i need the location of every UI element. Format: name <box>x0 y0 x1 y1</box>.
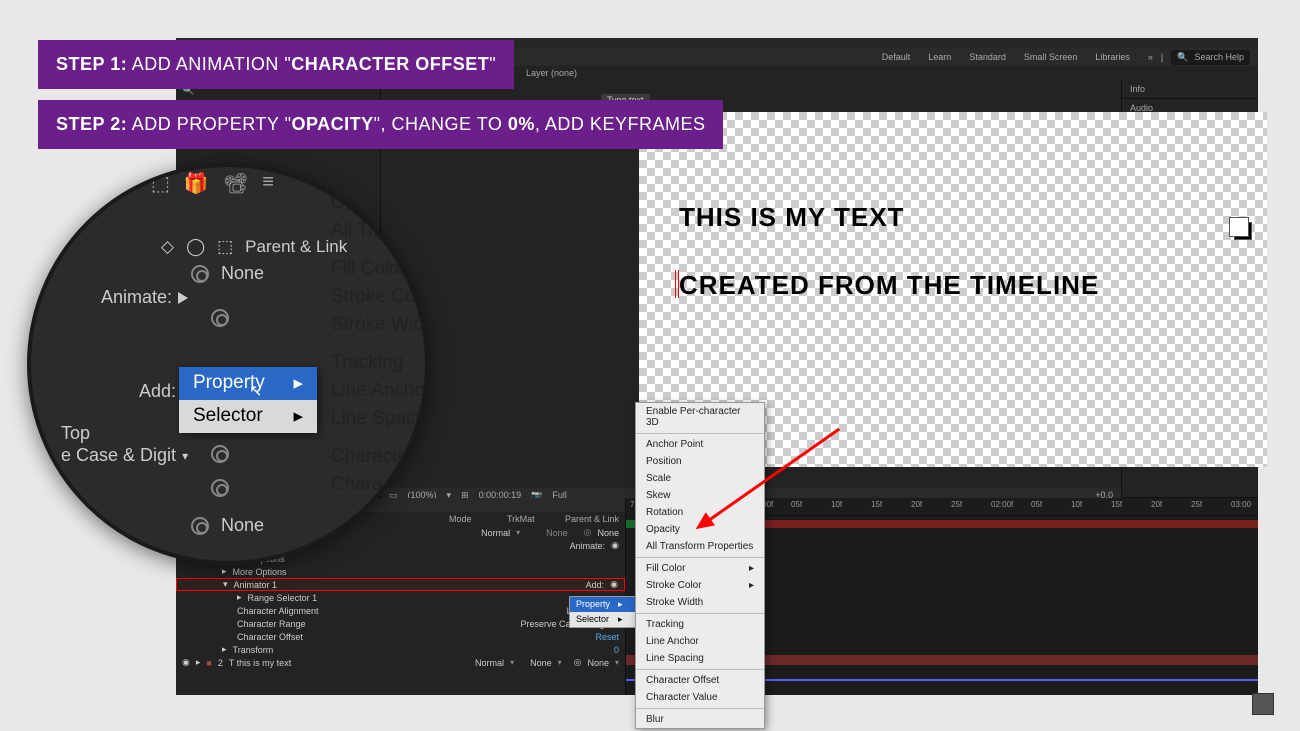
prop-char-offset[interactable]: Character Offset <box>237 632 303 642</box>
prop-range-selector[interactable]: Range Selector 1 <box>248 593 318 603</box>
step2-callout: STEP 2: ADD PROPERTY "OPACITY", CHANGE T… <box>38 100 723 149</box>
canvas-text-line2: CREATED FROM THE TIMELINE <box>679 270 1300 301</box>
pickwhip-icon[interactable] <box>211 479 229 497</box>
add-menu-property[interactable]: Property▸ <box>570 597 637 612</box>
animate-label: Animate: <box>570 541 606 551</box>
animate-play-icon[interactable] <box>178 292 188 304</box>
prop-char-align[interactable]: Character Alignment <box>237 606 319 616</box>
animate-label: Animate: <box>101 287 172 308</box>
menu-rotation[interactable]: Rotation <box>636 504 764 521</box>
canvas-text-line1: THIS IS MY TEXT <box>679 202 904 233</box>
workspace-overflow-icon[interactable]: » <box>1148 52 1153 62</box>
col-mode: Mode <box>449 514 499 524</box>
menu-skew[interactable]: Skew <box>636 487 764 504</box>
case-digit-partial: e Case & Digit <box>61 445 176 466</box>
pickwhip-icon[interactable] <box>191 265 209 283</box>
menu-anchor-point[interactable]: Anchor Point <box>636 436 764 453</box>
parent-none[interactable]: None <box>221 515 264 536</box>
workspace-standard[interactable]: Standard <box>969 52 1006 62</box>
menu-stroke-width[interactable]: Stroke Width <box>321 311 429 339</box>
divider: | <box>1161 52 1163 62</box>
menu-position[interactable]: Position <box>636 453 764 470</box>
add-selector[interactable]: Selector▸ <box>179 400 317 433</box>
col-trkmat: TrkMat <box>507 514 557 524</box>
cube-outline-icon: ◇ <box>161 237 174 257</box>
col-parent: Parent & Link <box>565 514 619 524</box>
cube-icon: ⬚ <box>151 171 170 196</box>
list-icon: ≡ <box>262 171 274 196</box>
pickwhip-icon[interactable] <box>211 445 229 463</box>
cursor-icon: ↖ <box>249 381 262 401</box>
menu-all-transform[interactable]: All Transform Properties <box>636 538 764 555</box>
property-submenu: Enable Per-character 3D Anchor Point Pos… <box>635 402 765 729</box>
presenter-avatar <box>1252 693 1274 715</box>
prop-animator1[interactable]: Animator 1 <box>234 580 278 590</box>
menu-opacity[interactable]: Opacity <box>636 521 764 538</box>
menu-char-value-partial[interactable]: Chara <box>321 471 429 499</box>
menu-tracking[interactable]: Tracking <box>636 616 764 633</box>
menu-blur[interactable]: Blur <box>636 711 764 728</box>
workspace-libraries[interactable]: Libraries <box>1095 52 1130 62</box>
layer-none-label: Layer (none) <box>526 68 577 78</box>
animate-add-icon[interactable]: ◉ <box>611 540 619 551</box>
menu-char-offset-partial[interactable]: Characte <box>321 443 429 471</box>
prop-char-range[interactable]: Character Range <box>237 619 306 629</box>
add-menu-zoomed: Property▸ Selector▸ <box>179 367 317 433</box>
add-label: Add: <box>586 580 605 590</box>
menu-enable-3d[interactable]: Enable Per-character 3D <box>636 403 764 431</box>
menu-scale[interactable]: Scale <box>636 470 764 487</box>
panel-info[interactable]: Info <box>1122 80 1258 99</box>
menu-fill-color[interactable]: Fill Color <box>321 255 429 283</box>
sphere-icon: ◯ <box>186 237 205 257</box>
prop-more-options[interactable]: More Options <box>233 567 287 577</box>
menu-stroke-color[interactable]: Stroke Color <box>321 283 429 311</box>
left-or-top-partial: Top <box>61 423 90 444</box>
search-icon: 🔍 <box>1177 52 1188 63</box>
search-placeholder: Search Help <box>1194 52 1244 62</box>
add-flyout-menu: Property▸ Selector▸ <box>569 596 638 628</box>
add-property[interactable]: Property▸ <box>179 367 317 400</box>
cube-icon: ⬚ <box>217 237 233 257</box>
menu-character-value[interactable]: Character Value <box>636 689 764 706</box>
timeline-layer-row[interactable]: ◉▸■2T this is my text Normal▾ None▾ ◎Non… <box>176 656 625 669</box>
add-btn-icon[interactable]: ◉ <box>610 579 618 590</box>
parent-none[interactable]: None <box>221 263 264 284</box>
menu-stroke-color[interactable]: Stroke Color▸ <box>636 577 764 594</box>
menu-opacity-partial[interactable]: Opa <box>321 189 429 217</box>
menu-character-offset[interactable]: Character Offset <box>636 672 764 689</box>
menu-all-transform-partial[interactable]: All Trans… <box>321 217 429 245</box>
prop-transform[interactable]: Transform <box>233 645 274 655</box>
menu-stroke-width[interactable]: Stroke Width <box>636 594 764 611</box>
menu-fill-color[interactable]: Fill Color▸ <box>636 560 764 577</box>
pickwhip-icon[interactable] <box>211 309 229 327</box>
menu-line-anchor[interactable]: Line Anchor <box>321 377 429 405</box>
search-field[interactable]: 🔍 Search Help <box>1171 50 1250 65</box>
workspace-small-screen[interactable]: Small Screen <box>1024 52 1078 62</box>
menu-line-spacing[interactable]: Line Spacing <box>321 405 429 433</box>
fill-stroke-swatch[interactable] <box>1234 222 1252 240</box>
property-menu-zoomed: Opa All Trans… Fill Color Stroke Color S… <box>321 189 429 499</box>
magnifier-detail: ⬚ 🎁 📽 ≡ ◇ ◯ ⬚ Parent & Link None Animate… <box>27 163 429 565</box>
gift-icon: 🎁 <box>184 171 209 196</box>
pickwhip-icon[interactable] <box>191 517 209 535</box>
film-icon: 📽 <box>223 171 248 196</box>
step1-callout: STEP 1: ADD ANIMATION "CHARACTER OFFSET" <box>38 40 514 89</box>
menu-line-spacing[interactable]: Line Spacing <box>636 650 764 667</box>
workspace-learn[interactable]: Learn <box>928 52 951 62</box>
menu-line-anchor[interactable]: Line Anchor <box>636 633 764 650</box>
add-label: Add: <box>139 381 176 402</box>
add-menu-selector[interactable]: Selector▸ <box>570 612 637 627</box>
workspace-default[interactable]: Default <box>882 52 911 62</box>
menu-tracking[interactable]: Tracking <box>321 349 429 377</box>
